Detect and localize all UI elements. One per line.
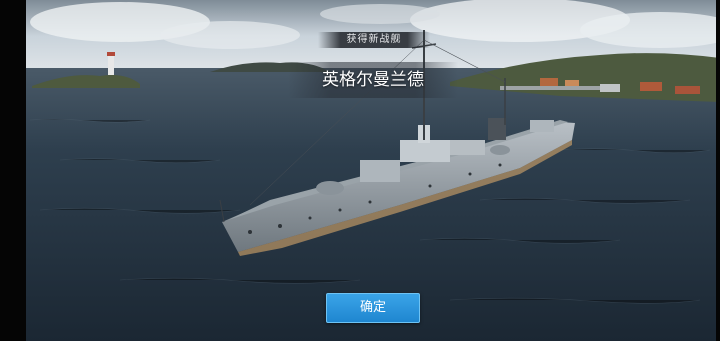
ship-name-title: 英格尔曼兰德 bbox=[288, 62, 458, 98]
right-edge-bar bbox=[716, 0, 720, 341]
confirm-button[interactable]: 确定 bbox=[326, 293, 420, 323]
game-screen: 获得新战舰 英格尔曼兰德 确定 bbox=[0, 0, 720, 341]
ocean-scene bbox=[0, 0, 720, 341]
left-edge-bar bbox=[0, 0, 26, 341]
new-ship-subtitle: 获得新战舰 bbox=[318, 32, 430, 48]
